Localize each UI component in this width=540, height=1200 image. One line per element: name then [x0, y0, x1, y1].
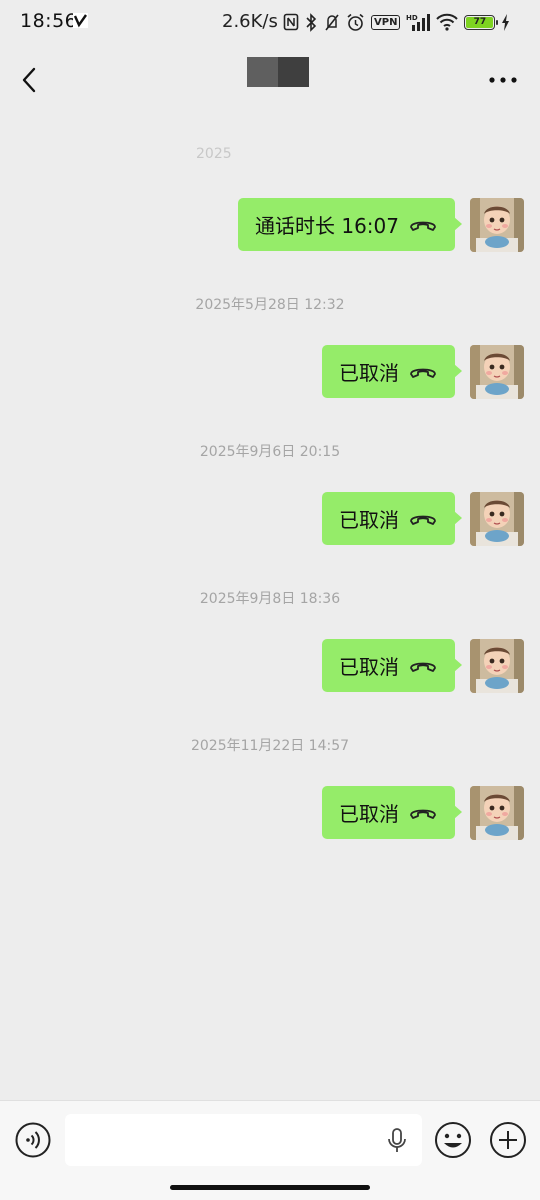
- call-record-text: 已取消: [339, 655, 399, 679]
- message-row: 已取消: [0, 639, 540, 695]
- voice-mode-icon: [15, 1122, 51, 1158]
- wifi-icon: [436, 13, 459, 31]
- message-row: 通话时长 16:07: [0, 198, 540, 254]
- call-record-text: 已取消: [339, 361, 399, 385]
- more-functions-button[interactable]: [488, 1120, 528, 1160]
- svg-text:HD: HD: [406, 14, 418, 22]
- battery-level: 77: [466, 16, 494, 28]
- hangup-phone-icon: [410, 662, 436, 672]
- timestamp: 2025年5月28日 12:32: [195, 297, 345, 313]
- chat-header: [0, 44, 540, 116]
- message-row: 已取消: [0, 492, 540, 548]
- timestamp: 2025年9月8日 18:36: [199, 591, 341, 607]
- bubble-tail: [454, 364, 462, 378]
- timestamp: 2025年9月6日 20:15: [199, 444, 341, 460]
- carrier-v-icon: [73, 13, 88, 28]
- emoji-button[interactable]: [433, 1120, 473, 1160]
- bubble-tail: [454, 805, 462, 819]
- baby-avatar-image: [470, 198, 524, 252]
- avatar[interactable]: [470, 198, 524, 252]
- hangup-phone-icon: [410, 515, 436, 525]
- avatar[interactable]: [470, 786, 524, 840]
- call-record-bubble[interactable]: 已取消: [322, 639, 455, 692]
- mute-icon: [325, 14, 339, 30]
- message-input[interactable]: [65, 1114, 422, 1166]
- back-button[interactable]: [14, 62, 46, 98]
- call-record-text: 已取消: [339, 802, 399, 826]
- redacted-block: [278, 57, 309, 87]
- battery-icon: 77: [464, 14, 499, 30]
- call-record-bubble[interactable]: 已取消: [322, 345, 455, 398]
- baby-avatar-image: [470, 786, 524, 840]
- call-record-bubble[interactable]: 已取消: [322, 492, 455, 545]
- status-icons: VPN HD 77: [283, 11, 510, 33]
- chevron-left-icon: [22, 67, 36, 93]
- hangup-phone-icon: [410, 221, 436, 231]
- status-time: 18:56: [20, 10, 78, 32]
- alarm-icon: [347, 13, 364, 31]
- status-bar: 18:56 2.6K/s VPN HD 77: [0, 0, 540, 44]
- vpn-icon: VPN: [371, 14, 401, 30]
- call-record-bubble[interactable]: 通话时长 16:07: [238, 198, 455, 251]
- avatar[interactable]: [470, 639, 524, 693]
- bubble-tail: [454, 658, 462, 672]
- contact-name-redacted[interactable]: [247, 57, 309, 87]
- more-dots-icon: [489, 77, 517, 83]
- charging-icon: [502, 13, 510, 31]
- call-record-text: 通话时长 16:07: [255, 214, 399, 238]
- more-options-button[interactable]: [488, 70, 518, 90]
- home-indicator[interactable]: [170, 1185, 370, 1190]
- message-row: 已取消: [0, 786, 540, 842]
- signal-icon: HD: [406, 13, 431, 31]
- call-record-bubble[interactable]: 已取消: [322, 786, 455, 839]
- nfc-icon: [283, 13, 299, 31]
- hangup-phone-icon: [410, 809, 436, 819]
- bluetooth-icon: [306, 12, 317, 32]
- baby-avatar-image: [470, 492, 524, 546]
- message-row: 已取消: [0, 345, 540, 401]
- avatar[interactable]: [470, 492, 524, 546]
- redacted-block: [247, 57, 278, 87]
- call-record-text: 已取消: [339, 508, 399, 532]
- microphone-icon[interactable]: [386, 1128, 408, 1154]
- emoji-icon: [435, 1122, 471, 1158]
- chat-screen: 18:56 2.6K/s VPN HD 77 2025 通话时长 16:07 2…: [0, 0, 540, 1200]
- network-speed: 2.6K/s: [222, 11, 278, 32]
- voice-mode-button[interactable]: [14, 1121, 52, 1159]
- baby-avatar-image: [470, 639, 524, 693]
- timestamp: 2025: [196, 146, 232, 162]
- bubble-tail: [454, 217, 462, 231]
- plus-circle-icon: [490, 1122, 526, 1158]
- timestamp: 2025年11月22日 14:57: [190, 738, 350, 754]
- avatar[interactable]: [470, 345, 524, 399]
- hangup-phone-icon: [410, 368, 436, 378]
- bubble-tail: [454, 511, 462, 525]
- baby-avatar-image: [470, 345, 524, 399]
